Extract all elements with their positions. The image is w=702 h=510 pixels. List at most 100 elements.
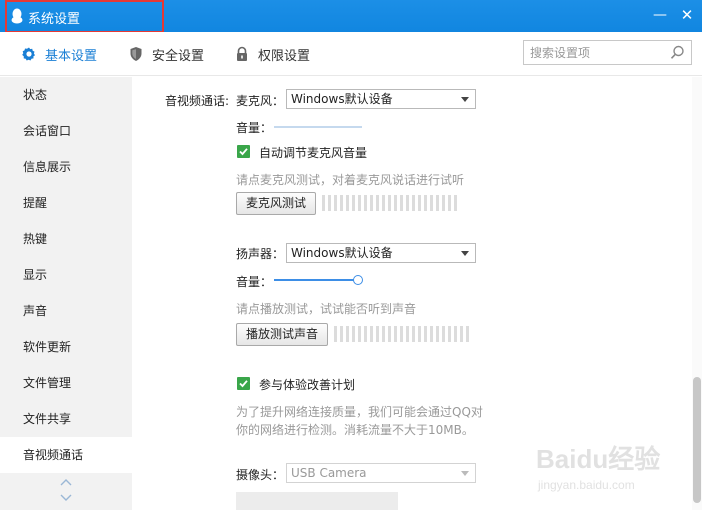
av-section-label: 音视频通话: [165,94,230,108]
mic-hint: 请点麦克风测试，对着麦克风说话进行试听 [236,173,465,187]
meter-bar [436,195,439,211]
speaker-test-button[interactable]: 播放测试声音 [236,323,329,346]
mic-test-button[interactable]: 麦克风测试 [236,192,317,215]
meter-bar [340,326,343,342]
sidebar-item-software-update[interactable]: 软件更新 [0,329,132,365]
meter-bar [442,195,445,211]
mic-volume-slider[interactable] [274,126,362,128]
meter-bar [358,195,361,211]
meter-bar [346,195,349,211]
lock-icon [237,46,247,61]
settings-search-box[interactable] [523,40,692,65]
meter-bar [406,195,409,211]
speaker-volume-label: 音量： [236,275,273,289]
meter-bar [436,326,439,342]
meter-bar [352,326,355,342]
dropdown-arrow-icon [461,97,469,102]
improve-program-checkbox[interactable] [237,377,250,390]
sidebar-item-av-call[interactable]: 音视频通话 [0,437,132,473]
mic-label: 麦克风： [236,94,285,108]
sidebar-item-chat-window[interactable]: 会话窗口 [0,113,132,149]
meter-bar [328,195,331,211]
sidebar-item-reminder[interactable]: 提醒 [0,185,132,221]
meter-bar [400,195,403,211]
sidebar-item-file-sharing[interactable]: 文件共享 [0,401,132,437]
meter-bar [364,326,367,342]
meter-bar [460,326,463,342]
sidebar-item-sound[interactable]: 声音 [0,293,132,329]
camera-device-value: USB Camera [291,466,367,480]
meter-bar [412,326,415,342]
dropdown-arrow-icon [461,471,469,476]
shield-icon [130,47,142,61]
meter-bar [424,195,427,211]
chevron-down-icon[interactable] [60,494,72,502]
meter-bar [454,195,457,211]
meter-bar [430,326,433,342]
auto-adjust-mic-checkbox[interactable] [237,145,250,158]
meter-bar [370,195,373,211]
speaker-volume-fill [274,279,358,281]
meter-bar [424,326,427,342]
gear-icon [22,47,35,61]
auto-adjust-mic-label: 自动调节麦克风音量 [259,146,368,160]
sidebar-item-info-display[interactable]: 信息展示 [0,149,132,185]
meter-bar [454,326,457,342]
speaker-label: 扬声器： [236,247,285,261]
baidu-jingyan-watermark: Baidu经验 jingyan.baidu.com [530,436,700,496]
close-button[interactable]: ✕ [678,6,696,24]
watermark-brand: Baidu经验 [536,444,660,474]
tab-label: 安全设置 [152,48,205,64]
improve-desc-line2: 你的网络进行检测。消耗流量不大于10MB。 [236,423,474,437]
meter-bar [382,195,385,211]
sidebar-item-hotkeys[interactable]: 热键 [0,221,132,257]
tab-basic-settings[interactable]: 基本设置 [21,44,97,64]
speaker-device-select[interactable]: Windows默认设备 [286,243,476,263]
meter-bar [448,326,451,342]
mic-device-value: Windows默认设备 [291,92,393,106]
meter-bar [340,195,343,211]
meter-bar [358,326,361,342]
mic-volume-label: 音量： [236,121,273,135]
camera-device-select[interactable]: USB Camera [286,463,476,483]
minimize-button[interactable]: — [651,6,669,24]
meter-bar [412,195,415,211]
meter-bar [400,326,403,342]
tab-label: 权限设置 [258,48,311,64]
improve-program-label: 参与体验改善计划 [259,378,356,392]
speaker-hint: 请点播放测试，试试能否听到声音 [236,302,417,316]
meter-bar [394,326,397,342]
meter-bar [442,326,445,342]
camera-label: 摄像头： [236,468,285,482]
search-input[interactable] [524,41,664,64]
meter-bar [466,326,469,342]
search-icon[interactable] [670,45,685,60]
meter-bar [406,326,409,342]
chevron-up-icon[interactable] [60,478,72,486]
sidebar-item-file-management[interactable]: 文件管理 [0,365,132,401]
mic-level-meter [322,195,457,211]
meter-bar [430,195,433,211]
meter-bar [448,195,451,211]
tab-security-settings[interactable]: 安全设置 [128,44,204,64]
meter-bar [346,326,349,342]
dropdown-arrow-icon [461,251,469,256]
tab-permission-settings[interactable]: 权限设置 [234,44,310,64]
meter-bar [418,195,421,211]
mic-device-select[interactable]: Windows默认设备 [286,89,476,109]
speaker-device-value: Windows默认设备 [291,246,393,260]
title-highlight-box [5,0,164,33]
meter-bar [334,195,337,211]
improve-desc-line1: 为了提升网络连接质量，我们可能会通过QQ对 [236,405,483,419]
meter-bar [382,326,385,342]
watermark-logo: Baidu经验 jingyan.baidu.com [536,444,660,492]
meter-bar [376,326,379,342]
meter-bar [418,326,421,342]
speaker-volume-thumb[interactable] [353,275,363,285]
meter-bar [322,195,325,211]
speaker-volume-slider[interactable] [274,275,363,285]
sidebar-item-display[interactable]: 显示 [0,257,132,293]
sidebar-item-status[interactable]: 状态 [0,77,132,113]
meter-bar [394,195,397,211]
tab-label: 基本设置 [45,48,98,64]
